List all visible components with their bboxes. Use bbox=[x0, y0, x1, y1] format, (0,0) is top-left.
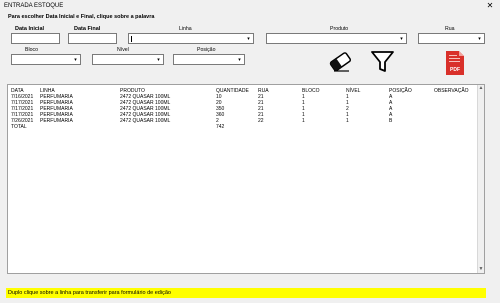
chevron-down-icon[interactable]: ▾ bbox=[476, 35, 483, 42]
pdf-icon: PDF bbox=[446, 51, 464, 75]
posicao-label: Posição bbox=[197, 47, 216, 53]
cell-nivel: 1 bbox=[346, 118, 349, 124]
filter-icon bbox=[371, 51, 394, 72]
data-inicial-field[interactable] bbox=[11, 33, 60, 44]
text-caret bbox=[131, 36, 132, 42]
status-text: Duplo clique sobre a linha para transfer… bbox=[8, 290, 171, 296]
eraser-icon bbox=[329, 52, 352, 72]
posicao-select[interactable]: ▾ bbox=[173, 54, 245, 65]
scroll-down-icon[interactable]: ▼ bbox=[478, 266, 484, 273]
cell-linha: PERFUMARIA bbox=[40, 118, 73, 124]
bloco-select[interactable]: ▾ bbox=[11, 54, 81, 65]
produto-select[interactable]: ▾ bbox=[266, 33, 407, 44]
close-icon[interactable]: ✕ bbox=[485, 1, 495, 10]
nivel-label: Nível bbox=[117, 47, 129, 53]
date-hint: Para escolher Data Inicial e Final, cliq… bbox=[8, 14, 155, 20]
total-value: 742 bbox=[216, 124, 225, 130]
data-final-field[interactable] bbox=[68, 33, 117, 44]
entries-list[interactable]: DATA LINHA PRODUTO QUANTIDADE RUA BLOCO … bbox=[7, 84, 485, 274]
total-label: TOTAL bbox=[11, 124, 27, 130]
cell-rua: 22 bbox=[258, 118, 264, 124]
pdf-label: PDF bbox=[450, 67, 460, 73]
cell-bloco: 1 bbox=[302, 118, 305, 124]
data-final-label[interactable]: Data Final bbox=[74, 26, 100, 32]
window-title: ENTRADA ESTOQUE bbox=[4, 3, 64, 9]
export-pdf-button[interactable]: PDF bbox=[445, 50, 465, 76]
chevron-down-icon[interactable]: ▾ bbox=[398, 35, 405, 42]
cell-produto: 2472 QUASAR 100ML bbox=[120, 118, 171, 124]
column-header: OBSERVAÇÃO bbox=[434, 88, 469, 94]
nivel-select[interactable]: ▾ bbox=[92, 54, 164, 65]
vertical-scrollbar[interactable]: ▲ ▼ bbox=[477, 85, 484, 273]
status-bar: Duplo clique sobre a linha para transfer… bbox=[6, 288, 486, 298]
rua-label: Rua bbox=[445, 26, 455, 32]
linha-select[interactable]: ▾ bbox=[128, 33, 254, 44]
bloco-label: Bloco bbox=[25, 47, 38, 53]
column-header: POSIÇÃO bbox=[389, 88, 412, 94]
chevron-down-icon[interactable]: ▾ bbox=[72, 56, 79, 63]
filter-button[interactable] bbox=[370, 50, 395, 74]
rua-select[interactable]: ▾ bbox=[418, 33, 485, 44]
cell-posicao: B bbox=[389, 118, 393, 124]
data-inicial-label[interactable]: Data Inicial bbox=[15, 26, 44, 32]
linha-label: Linha bbox=[179, 26, 192, 32]
clear-filters-button[interactable] bbox=[327, 49, 354, 74]
scroll-up-icon[interactable]: ▲ bbox=[478, 85, 484, 92]
chevron-down-icon[interactable]: ▾ bbox=[236, 56, 243, 63]
produto-label: Produto bbox=[330, 26, 349, 32]
chevron-down-icon[interactable]: ▾ bbox=[155, 56, 162, 63]
chevron-down-icon[interactable]: ▾ bbox=[245, 35, 252, 42]
